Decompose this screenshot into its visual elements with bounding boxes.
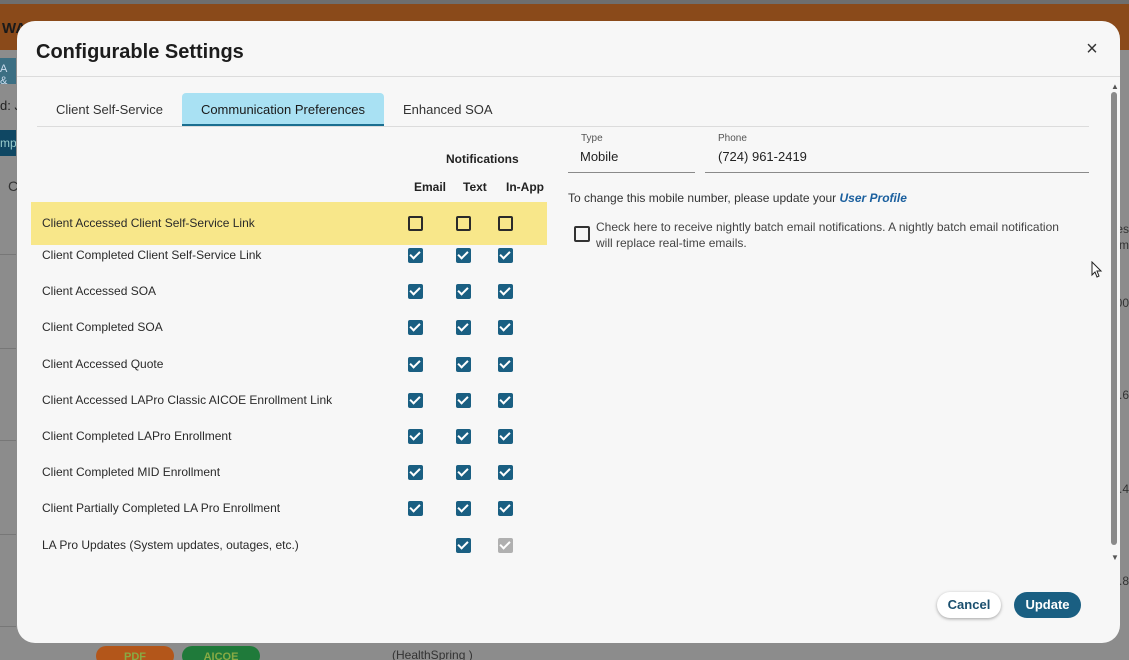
notification-row: Client Partially Completed LA Pro Enroll…	[31, 491, 547, 527]
notification-label: Client Partially Completed LA Pro Enroll…	[42, 501, 281, 516]
notification-label: Client Accessed Client Self-Service Link	[42, 215, 255, 230]
mouse-cursor-icon	[1091, 261, 1103, 278]
in-app-checkbox[interactable]	[498, 501, 513, 517]
close-icon[interactable]: ×	[1082, 39, 1102, 59]
in-app-checkbox[interactable]	[498, 392, 513, 408]
notification-row: Client Completed SOA	[31, 310, 547, 346]
type-label: Type	[581, 133, 603, 144]
notification-row: Client Completed MID Enrollment	[31, 455, 547, 491]
tab-client-self-service[interactable]: Client Self-Service	[37, 93, 182, 126]
notifications-header: Notifications	[446, 152, 519, 166]
phone-value[interactable]: (724) 961-2419	[718, 149, 807, 164]
scroll-down-icon[interactable]: ▼	[1111, 553, 1119, 562]
bg-tab-chip: A &	[0, 58, 16, 84]
phone-label: Phone	[718, 133, 747, 144]
in-app-checkbox	[498, 537, 513, 553]
bg-divider	[0, 626, 16, 627]
text-checkbox[interactable]	[456, 537, 471, 553]
text-checkbox[interactable]	[456, 392, 471, 408]
in-app-checkbox[interactable]	[498, 429, 513, 445]
notification-row: Client Accessed Quote	[31, 347, 547, 383]
notification-label: Client Accessed LAPro Classic AICOE Enro…	[42, 392, 333, 407]
email-checkbox[interactable]	[408, 248, 423, 264]
text-checkbox[interactable]	[456, 215, 471, 231]
in-app-checkbox[interactable]	[498, 320, 513, 336]
tab-enhanced-soa[interactable]: Enhanced SOA	[384, 93, 512, 126]
cancel-button[interactable]: Cancel	[937, 592, 1001, 618]
email-checkbox[interactable]	[408, 320, 423, 336]
bg-aicoe-button: AICOE	[182, 646, 260, 660]
in-app-checkbox[interactable]	[498, 215, 513, 231]
notification-label: LA Pro Updates (System updates, outages,…	[42, 537, 299, 552]
bg-divider	[0, 440, 16, 441]
notification-label: Client Completed MID Enrollment	[42, 465, 221, 480]
settings-tabs: Client Self-Service Communication Prefer…	[37, 93, 1089, 127]
in-app-checkbox[interactable]	[498, 356, 513, 372]
text-checkbox[interactable]	[456, 248, 471, 264]
notification-label: Client Accessed SOA	[42, 284, 157, 299]
notification-label: Client Completed LAPro Enrollment	[42, 429, 232, 444]
notification-rows: Client Accessed Client Self-Service Link…	[31, 202, 547, 564]
type-value[interactable]: Mobile	[580, 149, 618, 164]
email-checkbox[interactable]	[408, 392, 423, 408]
text-checkbox[interactable]	[456, 320, 471, 336]
in-app-checkbox[interactable]	[498, 284, 513, 300]
user-profile-link[interactable]: User Profile	[840, 191, 907, 205]
scroll-up-icon[interactable]: ▲	[1111, 82, 1119, 91]
email-checkbox[interactable]	[408, 465, 423, 481]
change-number-hint: To change this mobile number, please upd…	[568, 191, 907, 205]
column-text: Text	[463, 180, 487, 194]
bg-right-text: .4	[1118, 482, 1129, 496]
batch-email-label: Check here to receive nightly batch emai…	[596, 220, 1059, 250]
notification-row: LA Pro Updates (System updates, outages,…	[31, 528, 547, 564]
notification-row: Client Accessed LAPro Classic AICOE Enro…	[31, 383, 547, 419]
column-in-app: In-App	[506, 180, 544, 194]
notification-label: Client Accessed Quote	[42, 356, 164, 371]
notification-label: Client Completed SOA	[42, 320, 163, 335]
bg-right-text: .8	[1118, 574, 1129, 588]
header-divider	[17, 76, 1120, 77]
tab-communication-preferences[interactable]: Communication Preferences	[181, 93, 384, 126]
notification-row: Client Accessed SOA	[31, 274, 547, 310]
email-checkbox[interactable]	[408, 284, 423, 300]
email-checkbox[interactable]	[408, 215, 423, 231]
text-checkbox[interactable]	[456, 356, 471, 372]
bg-pdf-button: PDF	[96, 646, 174, 660]
in-app-checkbox[interactable]	[498, 248, 513, 264]
bg-divider	[0, 348, 16, 349]
bg-bottom-text: (HealthSpring )	[392, 648, 473, 660]
email-checkbox[interactable]	[408, 429, 423, 445]
phone-underline	[705, 172, 1089, 173]
in-app-checkbox[interactable]	[498, 465, 513, 481]
text-checkbox[interactable]	[456, 501, 471, 517]
column-email: Email	[414, 180, 447, 194]
notification-label: Client Completed Client Self-Service Lin…	[42, 248, 262, 263]
dialog-title: Configurable Settings	[36, 41, 244, 63]
bg-divider	[0, 534, 16, 535]
hint-text: To change this mobile number, please upd…	[568, 191, 840, 205]
text-checkbox[interactable]	[456, 429, 471, 445]
notification-row: Client Completed Client Self-Service Lin…	[31, 238, 547, 274]
bg-right-text: m	[1119, 238, 1129, 252]
text-checkbox[interactable]	[456, 284, 471, 300]
bg-divider	[0, 254, 16, 255]
batch-email-checkbox[interactable]	[574, 226, 590, 242]
notification-row: Client Completed LAPro Enrollment	[31, 419, 547, 455]
bg-left-button: mp	[0, 130, 16, 156]
type-underline	[568, 172, 695, 173]
configurable-settings-dialog: Configurable Settings × Client Self-Serv…	[17, 21, 1120, 643]
email-checkbox[interactable]	[408, 501, 423, 517]
email-checkbox[interactable]	[408, 356, 423, 372]
update-button[interactable]: Update	[1014, 592, 1081, 618]
scrollbar-thumb[interactable]	[1111, 92, 1117, 545]
text-checkbox[interactable]	[456, 465, 471, 481]
